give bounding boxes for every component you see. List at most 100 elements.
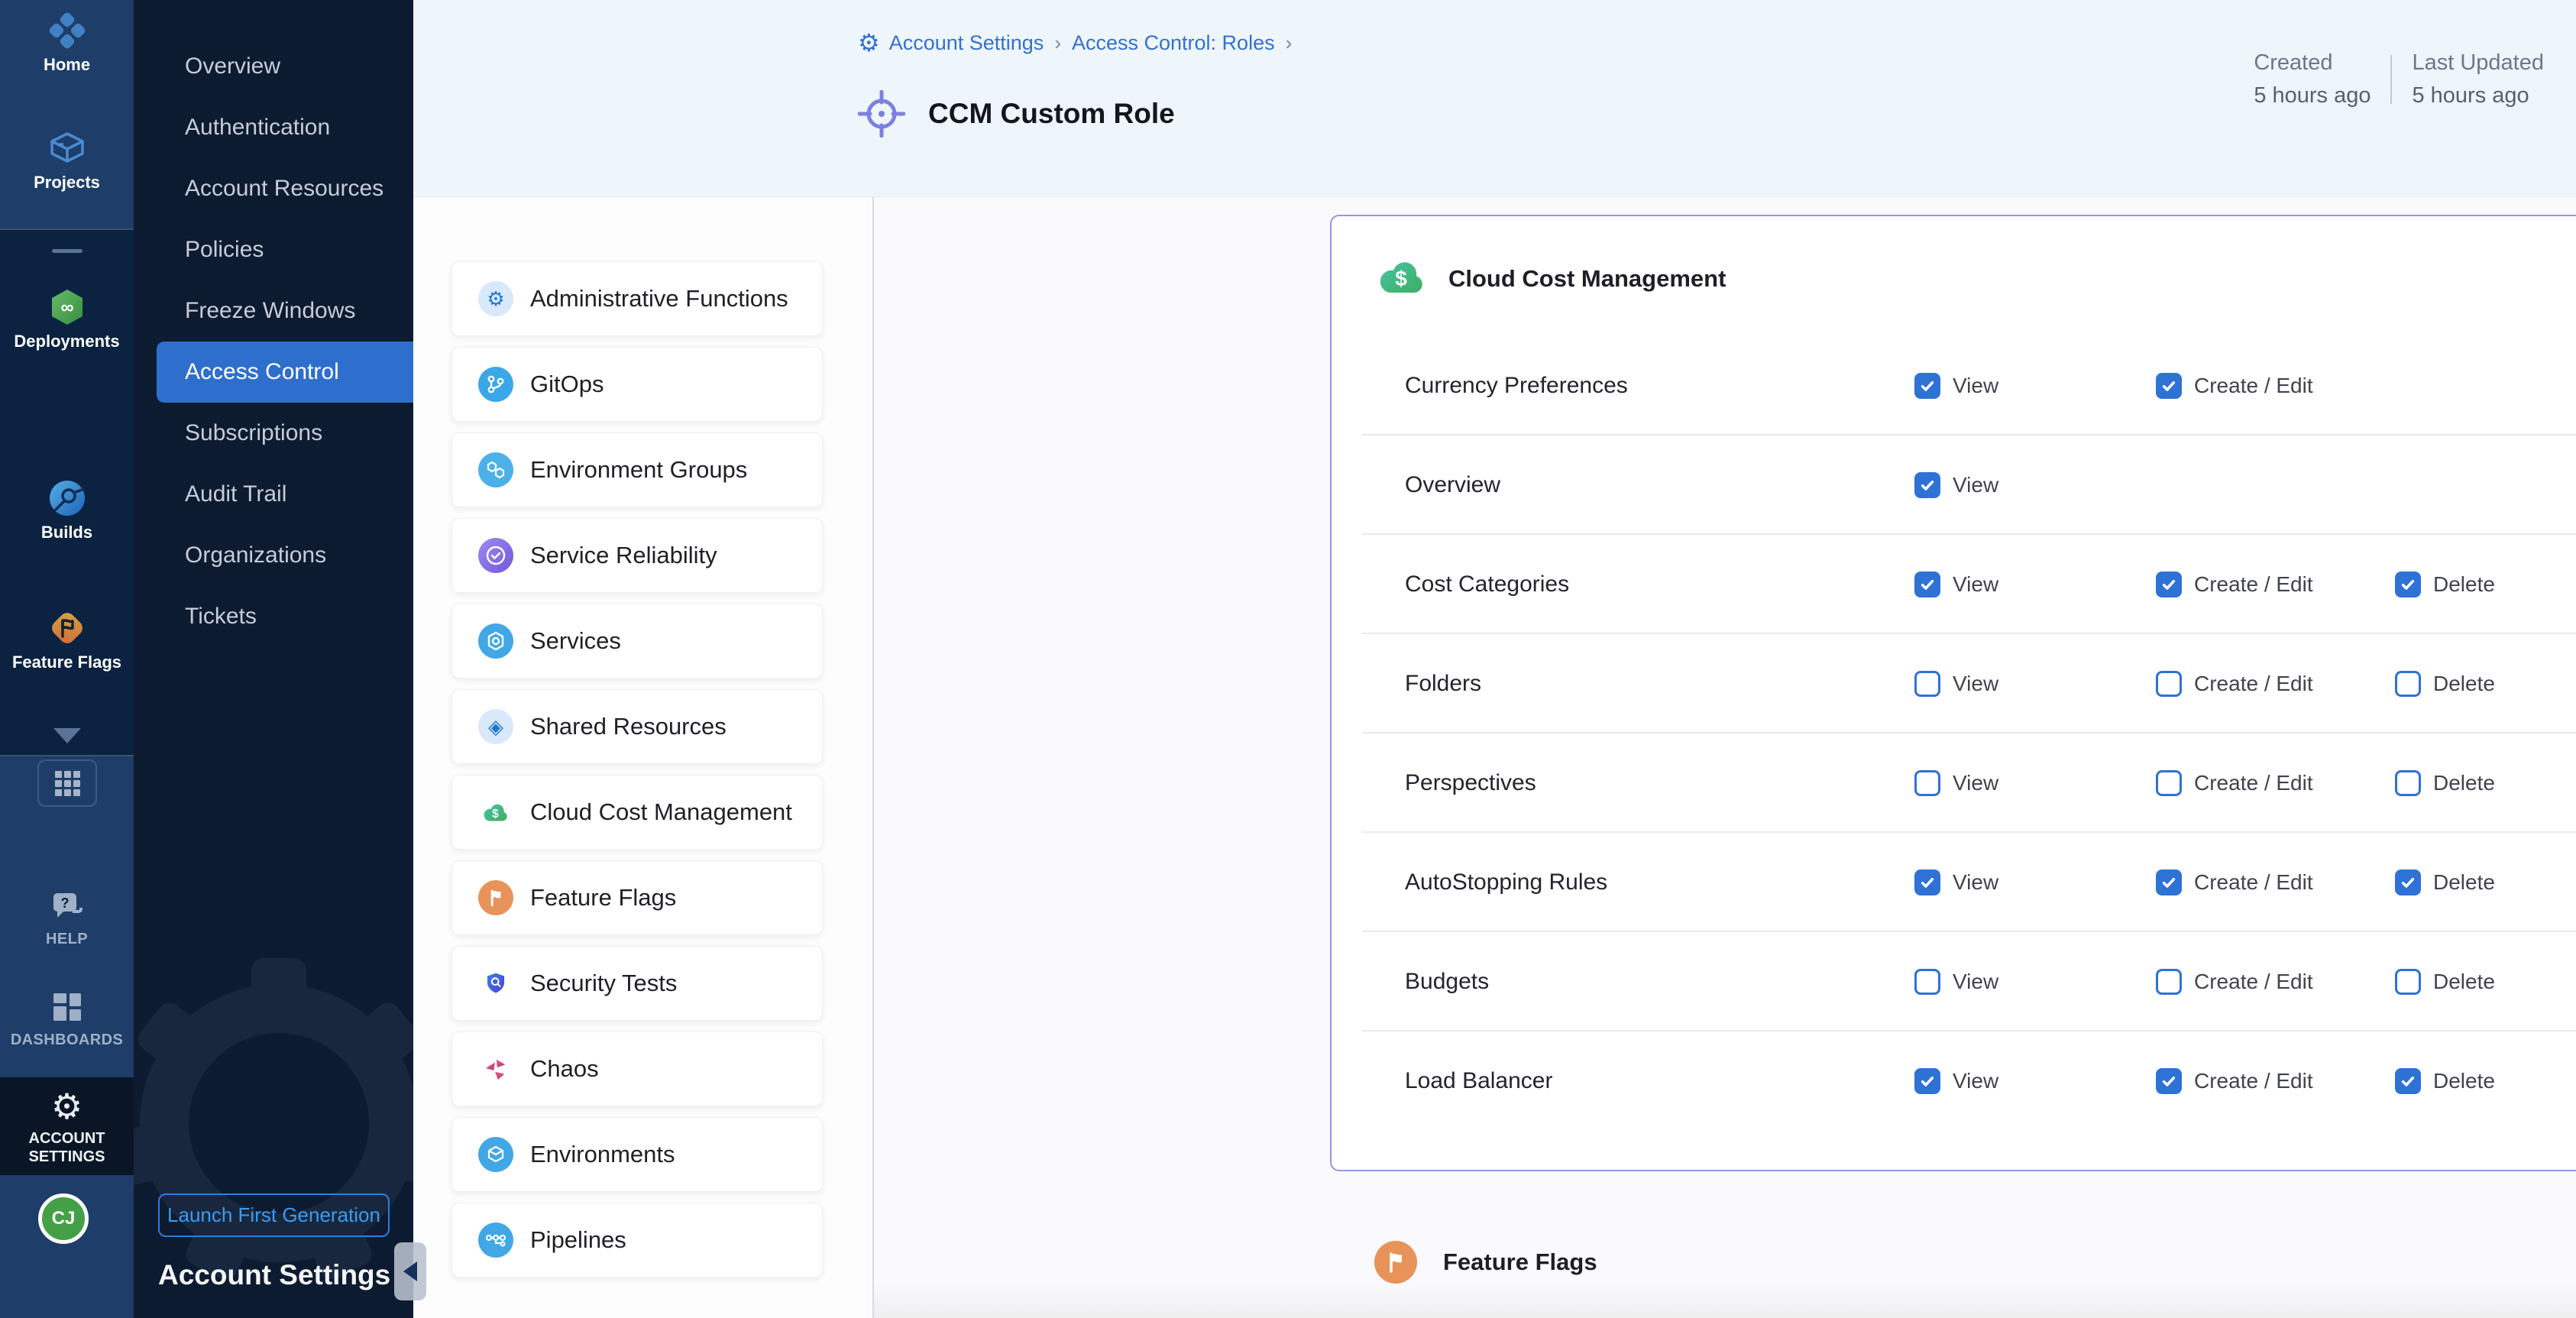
resource-card-feature-flags[interactable]: Feature Flags — [451, 860, 823, 935]
sidebar-item-tickets[interactable]: Tickets — [134, 586, 413, 647]
sidebar-item-audit-trail[interactable]: Audit Trail — [134, 464, 413, 525]
sidebar-item-overview[interactable]: Overview — [134, 36, 413, 97]
rail-item-deployments[interactable]: ∞ Deployments — [0, 287, 134, 351]
resource-card-environment-groups[interactable]: Environment Groups — [451, 432, 823, 507]
rail-item-feature-flags[interactable]: Feature Flags — [0, 608, 134, 672]
permission-checkbox-view[interactable]: View — [1914, 572, 1998, 597]
checked-checkbox-icon[interactable] — [2395, 869, 2421, 895]
unchecked-checkbox-icon[interactable] — [2156, 770, 2182, 796]
rail-item-home[interactable]: Home — [0, 11, 134, 75]
permission-row-label: Load Balancer — [1405, 1068, 1552, 1094]
module-selector-button[interactable] — [37, 759, 97, 807]
sidebar-item-account-resources[interactable]: Account Resources — [134, 158, 413, 219]
chevron-down-icon[interactable] — [53, 728, 81, 743]
resource-card-security-tests[interactable]: Security Tests — [451, 946, 823, 1021]
permission-checkbox-create-edit[interactable]: Create / Edit — [2156, 572, 2313, 597]
rail-item-dashboards[interactable]: DASHBOARDS — [0, 987, 134, 1049]
permission-checkbox-view[interactable]: View — [1914, 671, 1998, 697]
checked-checkbox-icon[interactable] — [1914, 472, 1940, 498]
permission-checkbox-view[interactable]: View — [1914, 472, 1998, 498]
checked-checkbox-icon[interactable] — [1914, 572, 1940, 597]
permission-checkbox-view[interactable]: View — [1914, 1068, 1998, 1094]
permission-checkbox-view[interactable]: View — [1914, 373, 1998, 399]
sidebar-item-policies[interactable]: Policies — [134, 219, 413, 280]
resource-card-gitops[interactable]: GitOps — [451, 347, 823, 422]
unchecked-checkbox-icon[interactable] — [1914, 671, 1940, 697]
breadcrumb-account-settings[interactable]: Account Settings — [889, 31, 1044, 55]
sidebar-footer-title: Account Settings — [158, 1259, 390, 1291]
resource-card-shared-resources[interactable]: ◈ Shared Resources — [451, 689, 823, 764]
permission-row-overview: Overview View — [1362, 436, 2576, 535]
sidebar-item-authentication[interactable]: Authentication — [134, 97, 413, 158]
unchecked-checkbox-icon[interactable] — [2156, 969, 2182, 995]
resource-card-pipelines[interactable]: Pipelines — [451, 1203, 823, 1278]
permission-checkbox-view[interactable]: View — [1914, 770, 1998, 796]
permission-checkbox-create-edit[interactable]: Create / Edit — [2156, 770, 2313, 796]
checked-checkbox-icon[interactable] — [1914, 1068, 1940, 1094]
permission-checkbox-label: Delete — [2433, 870, 2495, 895]
permission-checkbox-delete[interactable]: Delete — [2395, 1068, 2495, 1094]
unchecked-checkbox-icon[interactable] — [1914, 969, 1940, 995]
resource-card-label: Chaos — [530, 1055, 599, 1083]
role-crosshair-icon — [858, 90, 905, 138]
checked-checkbox-icon[interactable] — [2156, 1068, 2182, 1094]
launch-first-generation-button[interactable]: Launch First Generation — [158, 1193, 390, 1237]
checked-checkbox-icon[interactable] — [2156, 572, 2182, 597]
rail-item-builds[interactable]: Builds — [0, 478, 134, 542]
permission-checkbox-delete[interactable]: Delete — [2395, 969, 2495, 995]
rail-item-label: Feature Flags — [0, 653, 134, 672]
permission-checkbox-delete[interactable]: Delete — [2395, 869, 2495, 895]
svg-text:∞: ∞ — [60, 297, 73, 318]
permission-checkbox-create-edit[interactable]: Create / Edit — [2156, 969, 2313, 995]
permission-row-label: Cost Categories — [1405, 572, 1569, 597]
permission-checkbox-create-edit[interactable]: Create / Edit — [2156, 373, 2313, 399]
permission-row-folders: Folders View Create / Edit Delete — [1362, 634, 2576, 733]
unchecked-checkbox-icon[interactable] — [2395, 671, 2421, 697]
sidebar-item-access-control[interactable]: Access Control — [157, 342, 413, 403]
permission-checkbox-create-edit[interactable]: Create / Edit — [2156, 1068, 2313, 1094]
sidebar-collapse-button[interactable] — [394, 1242, 426, 1300]
sidebar-item-organizations[interactable]: Organizations — [134, 525, 413, 586]
resource-card-chaos[interactable]: Chaos — [451, 1031, 823, 1106]
collapse-left-icon — [403, 1261, 417, 1281]
permission-checkbox-create-edit[interactable]: Create / Edit — [2156, 869, 2313, 895]
checked-checkbox-icon[interactable] — [1914, 373, 1940, 399]
permission-checkbox-create-edit[interactable]: Create / Edit — [2156, 671, 2313, 697]
unchecked-checkbox-icon[interactable] — [1914, 770, 1940, 796]
unchecked-checkbox-icon[interactable] — [2395, 770, 2421, 796]
checked-checkbox-icon[interactable] — [2395, 572, 2421, 597]
permission-row-autostopping-rules: AutoStopping Rules View Create / Edit De… — [1362, 833, 2576, 932]
checked-checkbox-icon[interactable] — [1914, 869, 1940, 895]
sidebar-item-subscriptions[interactable]: Subscriptions — [134, 403, 413, 464]
permission-checkbox-delete[interactable]: Delete — [2395, 671, 2495, 697]
resource-card-label: Shared Resources — [530, 713, 727, 740]
checked-checkbox-icon[interactable] — [2395, 1068, 2421, 1094]
resource-card-cloud-cost-management[interactable]: $ Cloud Cost Management — [451, 775, 823, 850]
permission-checkbox-view[interactable]: View — [1914, 969, 1998, 995]
checked-checkbox-icon[interactable] — [2156, 869, 2182, 895]
permission-checkbox-delete[interactable]: Delete — [2395, 770, 2495, 796]
unchecked-checkbox-icon[interactable] — [2395, 969, 2421, 995]
permission-row-cost-categories: Cost Categories View Create / Edit Delet… — [1362, 535, 2576, 634]
resource-card-services[interactable]: Services — [451, 604, 823, 678]
rail-item-help[interactable]: ? HELP — [0, 886, 134, 948]
rail-item-projects[interactable]: Projects — [0, 128, 134, 193]
permission-checkbox-delete[interactable]: Delete — [2395, 572, 2495, 597]
cloud-cost-management-icon: $ — [1378, 259, 1426, 298]
resource-card-administrative-functions[interactable]: ⚙ Administrative Functions — [451, 261, 823, 336]
permission-checkbox-view[interactable]: View — [1914, 869, 1998, 895]
rail-item-account-settings[interactable]: ⚙ ACCOUNT SETTINGS — [0, 1086, 134, 1166]
user-avatar[interactable]: CJ — [38, 1193, 89, 1244]
breadcrumb-access-control-roles[interactable]: Access Control: Roles — [1072, 31, 1275, 55]
unchecked-checkbox-icon[interactable] — [2156, 671, 2182, 697]
permission-row-perspectives: Perspectives View Create / Edit Delete — [1362, 733, 2576, 833]
permission-checkbox-label: Delete — [2433, 1069, 2495, 1093]
deployments-icon: ∞ — [0, 287, 134, 327]
resource-list: ⚙ Administrative Functions GitOps Enviro… — [413, 197, 872, 1318]
resource-card-label: Pipelines — [530, 1226, 626, 1254]
environment-groups-icon — [478, 452, 513, 487]
checked-checkbox-icon[interactable] — [2156, 373, 2182, 399]
sidebar-item-freeze-windows[interactable]: Freeze Windows — [134, 280, 413, 342]
resource-card-environments[interactable]: Environments — [451, 1117, 823, 1192]
resource-card-service-reliability[interactable]: Service Reliability — [451, 518, 823, 593]
